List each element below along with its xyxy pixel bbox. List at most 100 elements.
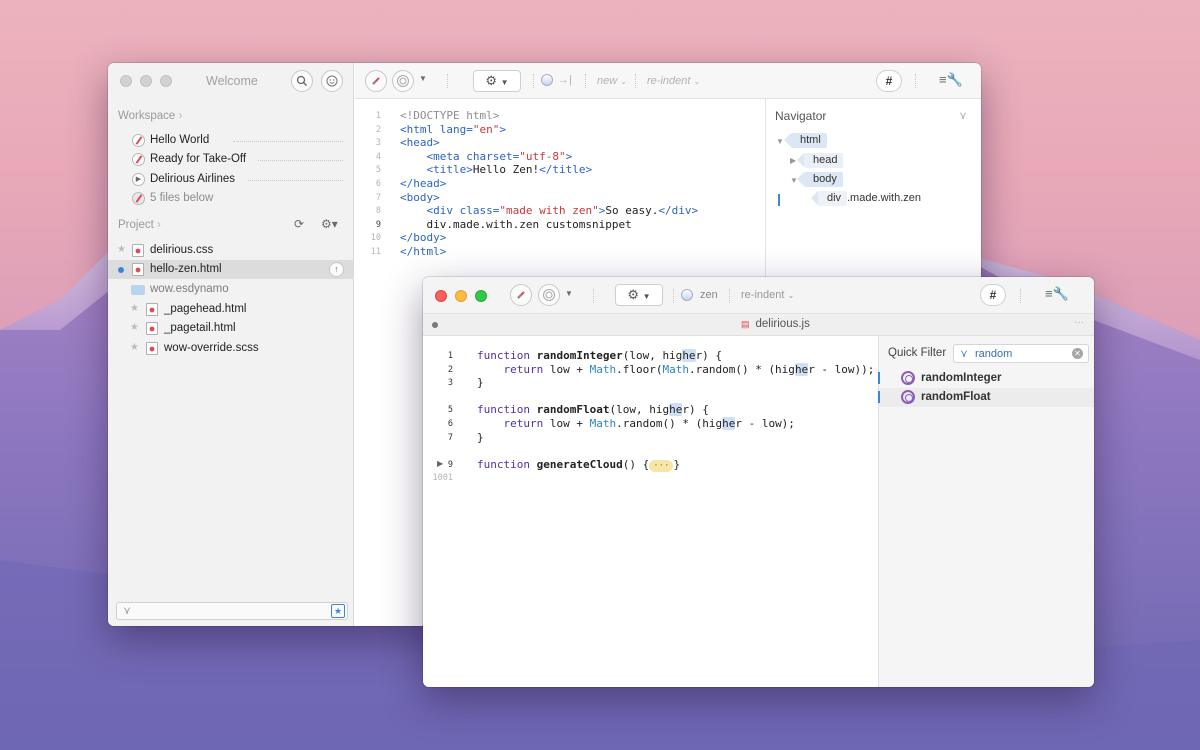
code-token: "en" <box>472 122 500 136</box>
settings-button[interactable]: ⚙ ▼ <box>615 284 663 306</box>
favorites-filter-button[interactable]: ★ <box>331 604 345 618</box>
code-line[interactable]: <div class="made with zen">So easy.</div… <box>400 204 699 218</box>
history-icon[interactable]: ⟳ <box>294 217 304 231</box>
filter-result-item[interactable]: randomInteger <box>878 369 1094 388</box>
star-icon[interactable]: ★ <box>130 303 139 314</box>
file-icon <box>146 303 158 316</box>
line-number: 3 <box>375 138 381 149</box>
divider <box>233 141 343 142</box>
project-file-label: wow-override.scss <box>164 342 259 354</box>
code-line[interactable]: <title>Hello Zen!</title> <box>400 163 593 177</box>
quick-filter-input[interactable]: ⋎ random ✕ <box>953 344 1089 363</box>
hash-button[interactable]: # <box>980 284 1006 306</box>
code-line[interactable]: } <box>477 376 484 390</box>
new-menu[interactable]: new ⌄ <box>597 75 627 87</box>
code-line[interactable]: <meta charset="utf-8"> <box>400 150 573 164</box>
project-file-item-selected[interactable]: hello-zen.html ↑ <box>108 260 354 279</box>
nav-node-div[interactable]: div <box>810 191 848 206</box>
code-line[interactable]: <body> <box>400 191 440 205</box>
code-line[interactable]: </head> <box>400 177 446 191</box>
tab-delirious-js[interactable]: ▤ delirious.js <box>741 318 810 330</box>
disclosure-triangle-icon[interactable]: ▶ <box>790 156 796 165</box>
code-line[interactable]: } <box>477 431 484 445</box>
compass-icon <box>132 153 145 166</box>
zen-mode-button[interactable] <box>321 70 343 92</box>
project-file-item[interactable]: ★ delirious.css <box>108 241 354 260</box>
more-icon[interactable]: ··· <box>1074 317 1084 328</box>
code-token: he <box>794 362 809 376</box>
filter-result-item[interactable]: randomFloat <box>878 388 1094 407</box>
code-line[interactable]: function randomFloat(low, higher) { <box>477 403 709 417</box>
code-line[interactable]: return low + Math.floor(Math.random() * … <box>477 362 874 377</box>
new-label: new <box>597 75 618 87</box>
file-icon: ▤ <box>741 319 750 329</box>
project-folder-item[interactable]: wow.esdynamo <box>108 280 354 299</box>
workspace-item[interactable]: Ready for Take-Off <box>108 150 354 169</box>
search-button[interactable] <box>291 70 313 92</box>
fold-toggle-icon[interactable]: ▶ <box>437 459 443 468</box>
close-button[interactable] <box>435 290 447 302</box>
workspace-item[interactable]: Hello World <box>108 131 354 150</box>
code-token: low + <box>549 362 590 376</box>
project-file-item[interactable]: ★ wow-override.scss <box>108 339 354 358</box>
outline-tools-icon[interactable]: ≡🔧 <box>939 72 963 88</box>
project-file-item[interactable]: ★ _pagetail.html <box>108 319 354 338</box>
zoom-button[interactable] <box>475 290 487 302</box>
code-line[interactable]: div.made.with.zen customsnippet <box>400 218 631 232</box>
filter-result-label: randomInteger <box>921 372 1002 384</box>
code-editor[interactable]: 1 function randomInteger(low, higher) {2 … <box>423 349 878 679</box>
minimize-button[interactable] <box>140 75 152 87</box>
line-number: 7 <box>447 432 453 443</box>
close-button[interactable] <box>120 75 132 87</box>
disclosure-triangle-icon[interactable]: ▼ <box>776 137 784 146</box>
nav-node-head[interactable]: head <box>796 153 844 168</box>
workspace-item-label: Ready for Take-Off <box>150 153 247 165</box>
workspace-header[interactable]: Workspace › <box>118 110 182 122</box>
file-icon <box>132 263 144 276</box>
star-icon[interactable]: ★ <box>130 342 139 353</box>
search-icon <box>296 75 307 86</box>
chevron-down-icon[interactable]: ▼ <box>419 74 427 83</box>
nav-node-body[interactable]: body <box>797 172 843 187</box>
code-line[interactable]: function randomInteger(low, higher) { <box>477 349 722 363</box>
project-folder-label: wow.esdynamo <box>150 283 229 295</box>
code-line[interactable]: <!DOCTYPE html> <box>400 109 499 123</box>
code-token: } <box>477 430 484 444</box>
minimize-button[interactable] <box>455 290 467 302</box>
code-token: (low, hig <box>609 403 670 417</box>
reindent-label: re-indent <box>647 75 691 87</box>
workspace-item[interactable]: ▶ Delirious Airlines <box>108 170 354 189</box>
code-line[interactable]: <html lang="en"> <box>400 123 506 137</box>
outline-tools-icon[interactable]: ≡🔧 <box>1045 286 1069 302</box>
project-header[interactable]: Project › <box>118 219 161 231</box>
result-marker <box>878 372 880 384</box>
project-file-item[interactable]: ★ _pagehead.html <box>108 300 354 319</box>
toolbar-separator <box>447 74 448 88</box>
compass-button[interactable] <box>365 70 387 92</box>
clear-icon[interactable]: ✕ <box>1072 348 1083 359</box>
star-icon[interactable]: ★ <box>117 244 126 255</box>
hash-button[interactable]: # <box>876 70 902 92</box>
code-line[interactable]: </html> <box>400 245 446 259</box>
filter-icon[interactable]: ⋎ <box>959 109 967 122</box>
project-settings-icon[interactable]: ⚙▾ <box>321 217 338 231</box>
compass-button[interactable] <box>510 284 532 306</box>
reindent-menu[interactable]: re-indent ⌄ <box>741 289 794 301</box>
zoom-button[interactable] <box>160 75 172 87</box>
sidebar-filter-input[interactable]: ⋎ ★ <box>116 602 348 620</box>
chevron-down-icon[interactable]: ▼ <box>565 289 573 298</box>
code-line[interactable]: <head> <box>400 136 440 150</box>
reindent-menu[interactable]: re-indent ⌄ <box>647 75 700 87</box>
nav-node-html[interactable]: html <box>784 133 827 148</box>
settings-button[interactable]: ⚙ ▼ <box>473 70 521 92</box>
workspace-item[interactable]: 5 files below <box>108 189 354 208</box>
star-icon[interactable]: ★ <box>130 322 139 333</box>
code-line[interactable]: function generateCloud() {···} <box>477 458 680 472</box>
code-line[interactable]: </body> <box>400 231 446 245</box>
target-button[interactable] <box>392 70 414 92</box>
code-token: <head> <box>400 136 440 150</box>
code-line[interactable]: return low + Math.random() * (higher - l… <box>477 417 795 431</box>
target-button[interactable] <box>538 284 560 306</box>
upload-icon[interactable]: ↑ <box>329 262 344 277</box>
